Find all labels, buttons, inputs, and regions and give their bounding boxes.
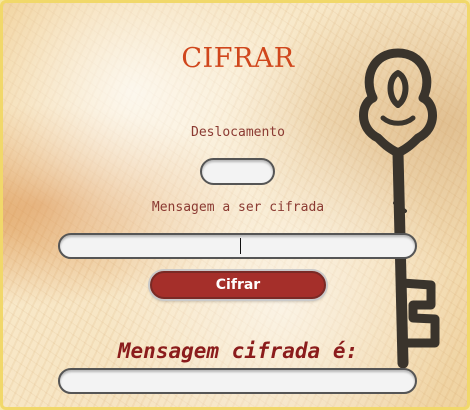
page-title: CIFRAR [181,43,295,74]
cipher-button[interactable]: Cifrar [150,271,326,299]
page-frame: CIFRAR Deslocamento Mensagem a ser cifra… [0,0,470,410]
shift-input[interactable] [200,158,275,185]
result-field[interactable] [58,368,417,394]
message-label: Mensagem a ser cifrada [151,200,325,215]
message-input[interactable] [58,233,417,259]
text-caret [240,238,241,254]
result-label: Mensagem cifrada é: [117,339,359,363]
shift-label: Deslocamento [191,125,285,140]
